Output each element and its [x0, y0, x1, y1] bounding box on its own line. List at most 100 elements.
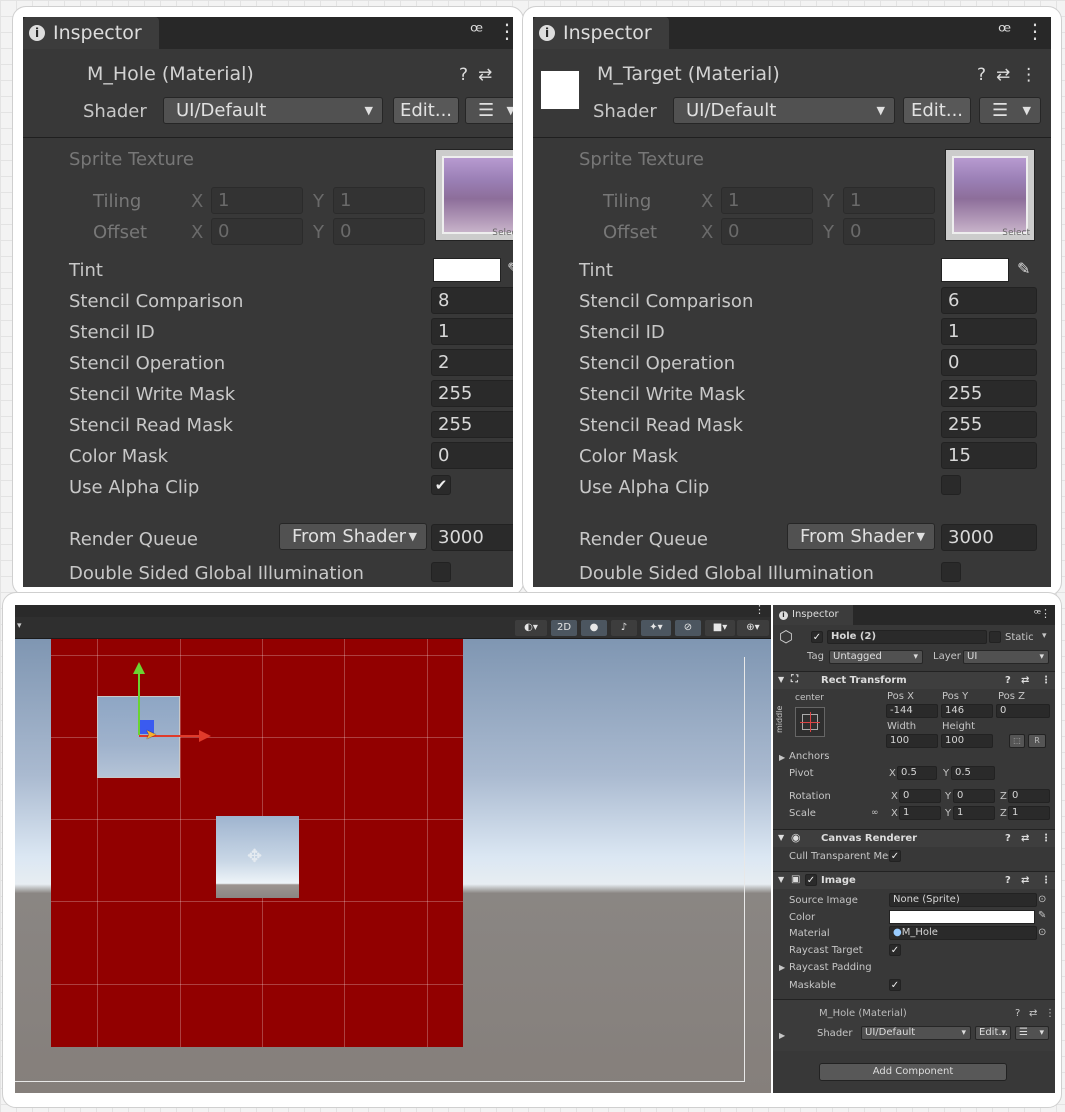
- raycast-padding-foldout-icon[interactable]: ▶: [779, 963, 785, 972]
- kebab-menu-icon[interactable]: ⋮: [497, 19, 513, 43]
- audio-icon[interactable]: ♪: [611, 620, 637, 636]
- help-icon[interactable]: ?: [1005, 675, 1011, 686]
- stencil-operation-field[interactable]: 2: [431, 349, 513, 376]
- chevron-down-icon[interactable]: ▾: [1042, 631, 1047, 641]
- dsgi-checkbox[interactable]: [431, 562, 451, 582]
- rot-x-field[interactable]: 0: [899, 789, 941, 803]
- stencil-id-field[interactable]: 1: [431, 318, 513, 345]
- offset-x-field[interactable]: 0: [211, 218, 303, 245]
- kebab-menu-icon[interactable]: ⋮: [1020, 65, 1037, 85]
- eyedropper-icon[interactable]: ✎: [1017, 259, 1030, 278]
- height-field[interactable]: 100: [941, 734, 993, 748]
- shader-menu-dropdown[interactable]: ☰▼: [465, 97, 513, 124]
- layer-dropdown[interactable]: UI: [963, 650, 1049, 664]
- presets-icon[interactable]: ⇄: [1029, 1008, 1037, 1019]
- link-icon[interactable]: ∞: [871, 808, 879, 818]
- eyedropper-icon[interactable]: ✎: [1038, 910, 1046, 921]
- kebab-menu-icon[interactable]: ⋮: [1041, 675, 1051, 686]
- kebab-menu-icon[interactable]: ⋮: [1040, 607, 1051, 620]
- blueprint-mode-button[interactable]: ⬚: [1009, 734, 1025, 748]
- tiling-y-field[interactable]: 1: [333, 187, 425, 214]
- anchor-presets-button[interactable]: [795, 707, 825, 737]
- tint-color-swatch[interactable]: [433, 258, 501, 282]
- kebab-menu-icon[interactable]: ⋮: [1045, 1008, 1055, 1019]
- kebab-menu-icon[interactable]: ⋮: [754, 605, 765, 616]
- camera-settings-icon[interactable]: ■▾: [705, 620, 735, 636]
- gizmos-icon[interactable]: ⊕▾: [737, 620, 769, 636]
- object-name-field[interactable]: Hole (2): [827, 630, 987, 644]
- raycast-target-checkbox[interactable]: ✓: [889, 944, 901, 956]
- chevron-down-icon[interactable]: ▾: [17, 621, 22, 631]
- canvas-renderer-header[interactable]: ▼ ◉ Canvas Renderer? ⇄ ⋮: [773, 829, 1055, 847]
- lighting-icon[interactable]: ●: [581, 620, 607, 636]
- sprite-texture-thumbnail[interactable]: Select: [435, 149, 513, 241]
- width-field[interactable]: 100: [886, 734, 938, 748]
- scale-z-field[interactable]: 1: [1008, 806, 1050, 820]
- shader-dropdown[interactable]: UI/Default ▼: [673, 97, 895, 124]
- hidden-objects-icon[interactable]: ⊘: [675, 620, 701, 636]
- source-image-field[interactable]: None (Sprite): [889, 893, 1037, 907]
- presets-icon[interactable]: ⇄: [1021, 875, 1029, 886]
- draw-mode-button[interactable]: ◐▾: [515, 620, 547, 636]
- object-picker-icon[interactable]: ⊙: [1038, 894, 1046, 905]
- sprite-texture-thumbnail[interactable]: Select: [945, 149, 1035, 241]
- stencil-write-mask-field[interactable]: 255: [941, 380, 1037, 407]
- anchors-foldout-icon[interactable]: ▶: [779, 753, 785, 762]
- pivot-y-field[interactable]: 0.5: [951, 766, 995, 780]
- scale-x-field[interactable]: 1: [899, 806, 941, 820]
- render-queue-dropdown[interactable]: From Shader ▼: [279, 523, 427, 550]
- help-icon[interactable]: ?: [1015, 1008, 1020, 1019]
- use-alpha-clip-checkbox[interactable]: [941, 475, 961, 495]
- tiling-y-field[interactable]: 1: [843, 187, 935, 214]
- static-checkbox[interactable]: [989, 631, 1001, 643]
- stencil-read-mask-field[interactable]: 255: [431, 411, 513, 438]
- kebab-menu-icon[interactable]: ⋮: [1041, 875, 1051, 886]
- material-shader-dropdown[interactable]: UI/Default: [861, 1026, 971, 1040]
- material-edit-button[interactable]: Edit...: [975, 1026, 1011, 1040]
- image-enabled-checkbox[interactable]: ✓: [805, 874, 817, 886]
- material-menu-dropdown[interactable]: ☰: [1015, 1026, 1049, 1040]
- scale-y-field[interactable]: 1: [953, 806, 995, 820]
- stencil-read-mask-field[interactable]: 255: [941, 411, 1037, 438]
- rot-y-field[interactable]: 0: [953, 789, 995, 803]
- tab-inspector[interactable]: i Inspector: [533, 17, 669, 49]
- hole-second[interactable]: ✥: [216, 816, 299, 898]
- tag-dropdown[interactable]: Untagged: [829, 650, 923, 664]
- dsgi-checkbox[interactable]: [941, 562, 961, 582]
- render-queue-field[interactable]: 3000: [431, 524, 513, 551]
- tab-inspector[interactable]: i Inspector: [23, 17, 159, 49]
- rect-transform-header[interactable]: ▼ ⛶ Rect Transform? ⇄ ⋮: [773, 671, 1055, 689]
- stencil-comparison-field[interactable]: 6: [941, 287, 1037, 314]
- help-icon[interactable]: ?: [1005, 875, 1011, 886]
- kebab-menu-icon[interactable]: ⋮: [1025, 19, 1045, 43]
- color-swatch[interactable]: [889, 910, 1035, 924]
- render-queue-dropdown[interactable]: From Shader ▼: [787, 523, 935, 550]
- offset-x-field[interactable]: 0: [721, 218, 813, 245]
- presets-icon[interactable]: ⇄: [478, 65, 492, 85]
- help-icon[interactable]: ?: [1005, 833, 1011, 844]
- presets-icon[interactable]: ⇄: [996, 65, 1010, 85]
- render-queue-field[interactable]: 3000: [941, 524, 1037, 551]
- edit-shader-button[interactable]: Edit...: [903, 97, 971, 124]
- tint-color-swatch[interactable]: [941, 258, 1009, 282]
- image-header[interactable]: ▼ ▣ ✓ Image? ⇄ ⋮: [773, 871, 1055, 889]
- edit-shader-button[interactable]: Edit...: [393, 97, 459, 124]
- pos-z-field[interactable]: 0: [996, 704, 1050, 718]
- kebab-menu-icon[interactable]: ⋮: [1041, 833, 1051, 844]
- stencil-comparison-field[interactable]: 8: [431, 287, 513, 314]
- eyedropper-icon[interactable]: ✎: [507, 259, 513, 278]
- toggle-2d-button[interactable]: 2D: [551, 620, 577, 636]
- help-icon[interactable]: ?: [459, 65, 468, 85]
- foldout-arrow-icon[interactable]: ▶: [779, 1031, 785, 1040]
- pos-x-field[interactable]: -144: [886, 704, 938, 718]
- offset-y-field[interactable]: 0: [843, 218, 935, 245]
- tiling-x-field[interactable]: 1: [721, 187, 813, 214]
- lock-icon[interactable]: ꟹ: [998, 19, 1011, 43]
- tiling-x-field[interactable]: 1: [211, 187, 303, 214]
- stencil-operation-field[interactable]: 0: [941, 349, 1037, 376]
- presets-icon[interactable]: ⇄: [1021, 675, 1029, 686]
- material-field[interactable]: ●M_Hole: [889, 926, 1037, 940]
- help-icon[interactable]: ?: [977, 65, 986, 85]
- maskable-checkbox[interactable]: ✓: [889, 979, 901, 991]
- active-checkbox[interactable]: ✓: [811, 631, 823, 643]
